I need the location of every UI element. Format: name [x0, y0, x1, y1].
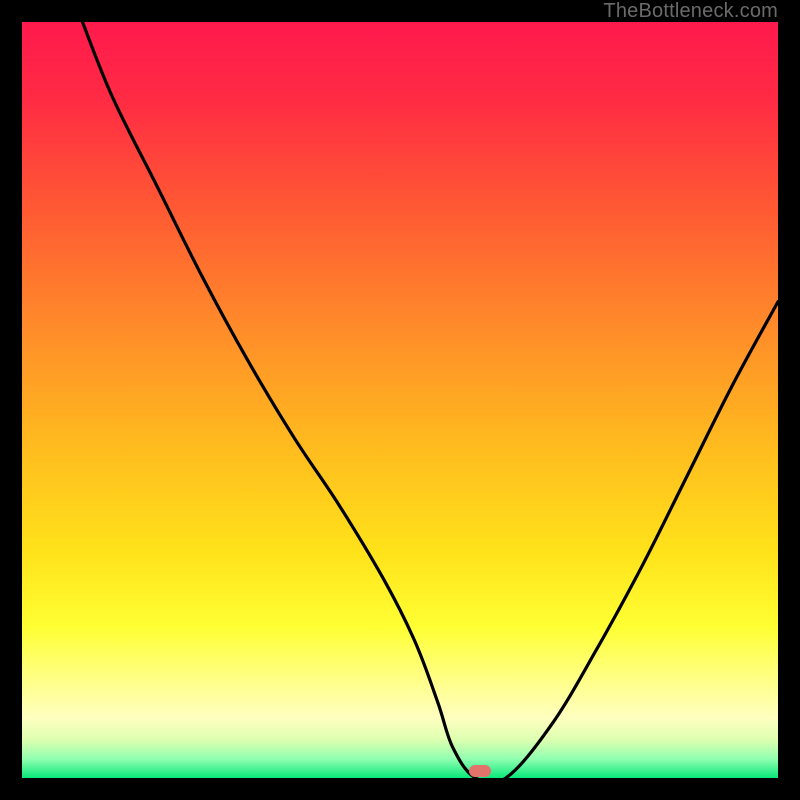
chart-frame: TheBottleneck.com [0, 0, 800, 800]
watermark-text: TheBottleneck.com [603, 0, 778, 23]
bottleneck-curve [22, 22, 778, 778]
plot-area [22, 22, 778, 778]
optimal-marker [469, 765, 491, 777]
